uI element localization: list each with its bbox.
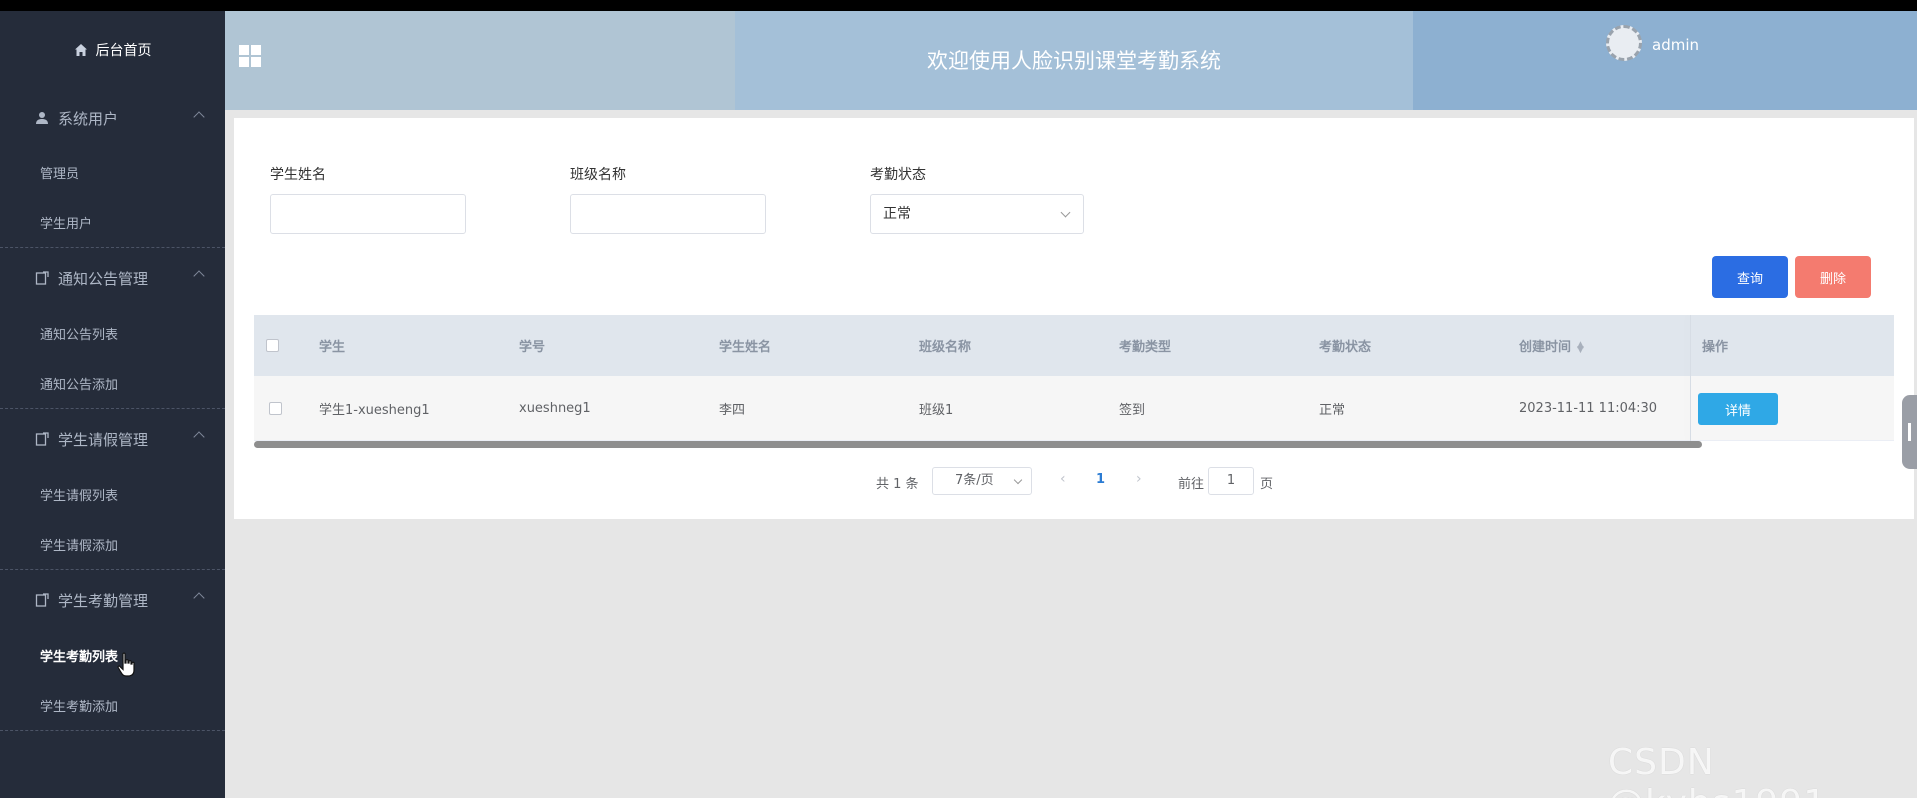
chevron-up-icon [193, 111, 205, 123]
goto-page-input[interactable]: 1 [1208, 467, 1254, 495]
page-size-select[interactable]: 7条/页 [932, 467, 1032, 495]
page-title: 欢迎使用人脸识别课堂考勤系统 [927, 49, 1221, 73]
sidebar-group-leave: 学生请假管理 学生请假列表 学生请假添加 [0, 409, 225, 570]
sidebar-group-title: 通知公告管理 [58, 269, 149, 288]
grid-menu-icon[interactable] [239, 45, 261, 67]
table-row: 学生1-xuesheng1 xueshneg1 李四 班级1 签到 正常 202… [254, 376, 1894, 441]
document-icon [34, 592, 50, 608]
sidebar-home-label: 后台首页 [95, 43, 152, 59]
sidebar-group-head-notice[interactable]: 通知公告管理 [0, 248, 225, 308]
column-header-created[interactable]: 创建时间 ▲ ▼ [1519, 336, 1584, 355]
status-label: 考勤状态 [870, 167, 926, 183]
sidebar: 后台首页 系统用户 管理员 学生用户 通知公告管理 通知公告列表 通知公告添加 [0, 11, 225, 798]
main-card: 学生姓名 班级名称 考勤状态 正常 查询 删除 学生 学号 学生姓名 班级名称 … [234, 118, 1914, 519]
page-size-value: 7条/页 [955, 473, 994, 488]
sidebar-group-system-users: 系统用户 管理员 学生用户 [0, 89, 225, 248]
cell-student: 学生1-xuesheng1 [319, 402, 430, 418]
page-number[interactable]: 1 [1096, 472, 1105, 487]
cell-type: 签到 [1119, 402, 1146, 418]
class-name-label: 班级名称 [570, 167, 626, 183]
status-select[interactable]: 正常 [870, 194, 1084, 234]
row-checkbox[interactable] [269, 401, 282, 415]
sidebar-item-leave-add[interactable]: 学生请假添加 [0, 519, 225, 569]
user-icon [34, 110, 50, 126]
fixed-column-divider [1690, 315, 1691, 441]
sidebar-item-admin[interactable]: 管理员 [0, 147, 225, 197]
page-suffix: 页 [1260, 477, 1274, 492]
class-name-input[interactable] [570, 194, 766, 234]
chevron-up-icon [193, 431, 205, 443]
cell-status: 正常 [1319, 402, 1346, 418]
sidebar-item-student-users[interactable]: 学生用户 [0, 197, 225, 247]
chevron-up-icon [193, 592, 205, 604]
attendance-table: 学生 学号 学生姓名 班级名称 考勤类型 考勤状态 创建时间 ▲ ▼ 操作 学生1-… [254, 315, 1894, 441]
cell-student-name: 李四 [719, 402, 746, 418]
sidebar-item-notice-list[interactable]: 通知公告列表 [0, 308, 225, 358]
next-page-icon[interactable]: › [1136, 471, 1142, 487]
horizontal-scrollbar[interactable] [254, 441, 1702, 448]
header: 欢迎使用人脸识别课堂考勤系统 admin [225, 11, 1917, 110]
select-all-checkbox[interactable] [266, 339, 279, 352]
username[interactable]: admin [1652, 36, 1699, 54]
column-header-created-label: 创建时间 [1519, 340, 1572, 355]
column-header-actions: 操作 [1702, 340, 1729, 355]
watermark: CSDN @kybs1991 [1608, 742, 1826, 798]
sort-icon[interactable]: ▲ ▼ [1577, 340, 1584, 354]
sidebar-group-head-attendance[interactable]: 学生考勤管理 [0, 570, 225, 630]
sidebar-item-notice-add[interactable]: 通知公告添加 [0, 358, 225, 408]
top-black-bar [0, 0, 1917, 11]
pagination-total: 共 1 条 [876, 477, 919, 492]
sidebar-group-title: 学生请假管理 [58, 430, 149, 449]
drawer-handle[interactable] [1902, 395, 1917, 469]
column-header-student-name: 学生姓名 [719, 340, 772, 355]
goto-label: 前往 [1178, 477, 1205, 492]
sidebar-item-leave-list[interactable]: 学生请假列表 [0, 469, 225, 519]
column-header-class-name: 班级名称 [919, 340, 972, 355]
sidebar-item-attendance-list[interactable]: 学生考勤列表 [0, 630, 225, 680]
chevron-up-icon [193, 270, 205, 282]
prev-page-icon[interactable]: ‹ [1060, 471, 1066, 487]
column-header-student-no: 学号 [519, 340, 546, 355]
chevron-down-icon [1060, 207, 1071, 218]
column-header-type: 考勤类型 [1119, 340, 1172, 355]
document-icon [34, 270, 50, 286]
pagination: 共 1 条 7条/页 ‹ 1 › 前往 1 页 [234, 467, 1914, 495]
cell-student-no: xueshneg1 [519, 400, 591, 416]
hand-cursor-icon [117, 652, 135, 677]
sidebar-group-attendance: 学生考勤管理 学生考勤列表 学生考勤添加 [0, 570, 225, 731]
column-header-status: 考勤状态 [1319, 340, 1372, 355]
table-header: 学生 学号 学生姓名 班级名称 考勤类型 考勤状态 创建时间 ▲ ▼ 操作 [254, 315, 1894, 376]
sidebar-group-notice: 通知公告管理 通知公告列表 通知公告添加 [0, 248, 225, 409]
chevron-down-icon [1013, 475, 1023, 485]
student-name-label: 学生姓名 [270, 167, 326, 183]
avatar[interactable] [1606, 25, 1642, 61]
home-icon [74, 44, 87, 56]
student-name-input[interactable] [270, 194, 466, 234]
detail-button[interactable]: 详情 [1698, 393, 1778, 425]
cell-created: 2023-11-11 11:04:30 [1519, 400, 1658, 416]
query-button[interactable]: 查询 [1712, 256, 1788, 298]
sidebar-group-head-system-users[interactable]: 系统用户 [0, 89, 225, 147]
column-header-student: 学生 [319, 340, 346, 355]
sidebar-home[interactable]: 后台首页 [0, 11, 225, 89]
sidebar-group-title: 学生考勤管理 [58, 591, 149, 610]
document-icon [34, 431, 50, 447]
sidebar-group-title: 系统用户 [58, 109, 119, 128]
sidebar-group-head-leave[interactable]: 学生请假管理 [0, 409, 225, 469]
cell-class-name: 班级1 [919, 402, 954, 418]
sidebar-item-attendance-add[interactable]: 学生考勤添加 [0, 680, 225, 730]
delete-button[interactable]: 删除 [1795, 256, 1871, 298]
status-select-value: 正常 [883, 206, 911, 222]
